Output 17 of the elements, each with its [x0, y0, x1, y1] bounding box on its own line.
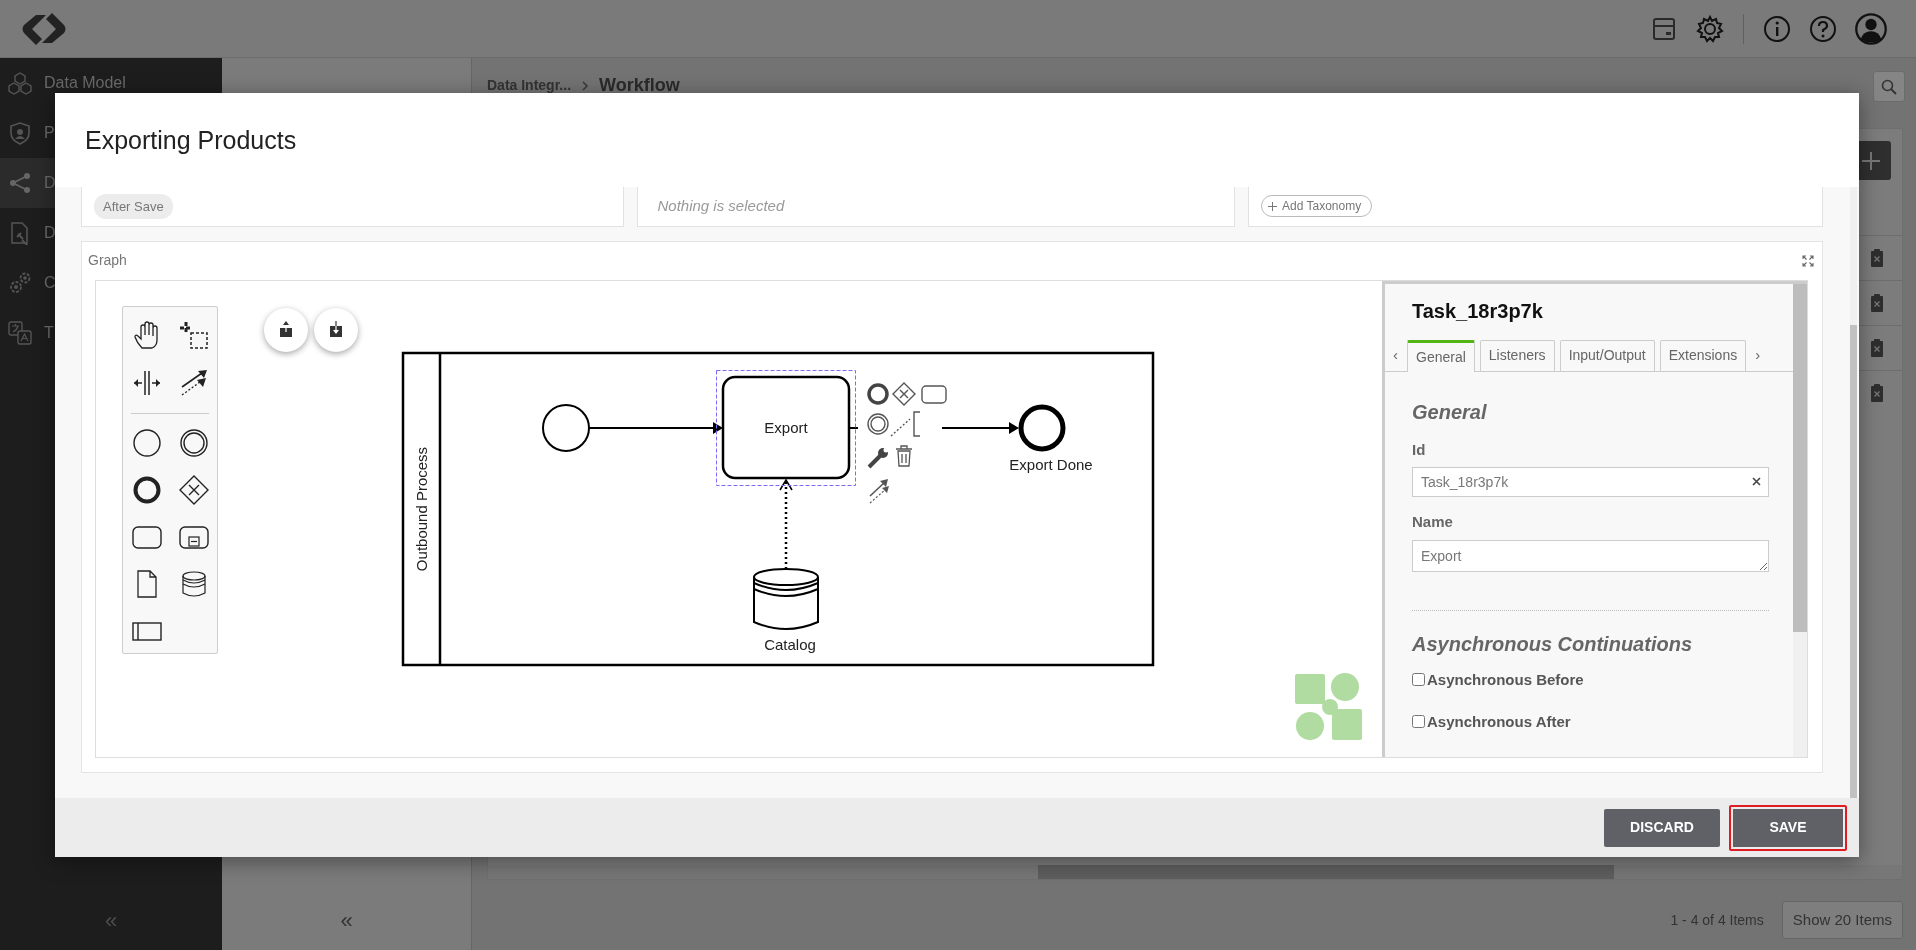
empty-message: Nothing is selected — [657, 196, 785, 217]
data-store-label: Catalog — [764, 635, 816, 653]
page-title: Workflow — [599, 74, 680, 97]
section-heading: General — [1412, 399, 1488, 425]
event-label: Export Done — [1009, 455, 1093, 473]
pool-label: Outbound Process — [413, 446, 430, 571]
checkbox-label: Asynchronous Before — [1427, 669, 1584, 690]
field-label: Name — [1412, 512, 1454, 533]
section-label: Graph — [88, 251, 127, 271]
item-count: 1 - 4 of 4 Items — [1670, 910, 1764, 930]
section-heading: Asynchronous Continuations — [1412, 631, 1693, 657]
dialog-title: Exporting Products — [85, 124, 297, 155]
tag: After Save — [94, 193, 173, 220]
task-label: Export — [764, 418, 808, 436]
panel-title: Task_18r3p7k — [1411, 298, 1544, 324]
checkbox-label: Asynchronous After — [1427, 712, 1571, 733]
field-label: Id — [1412, 439, 1427, 460]
